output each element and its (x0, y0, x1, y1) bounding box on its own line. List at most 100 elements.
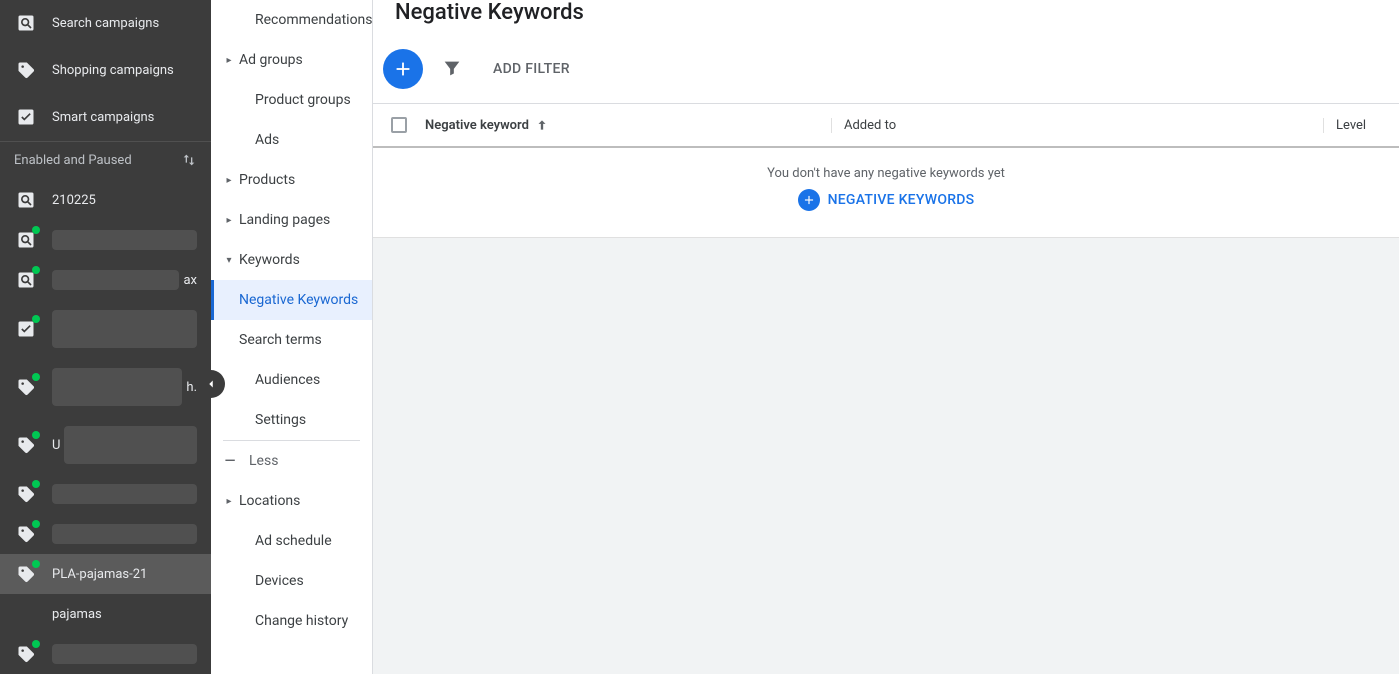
campaign-item[interactable] (0, 514, 211, 554)
menu-ad-schedule[interactable]: Ad schedule (211, 521, 372, 561)
tools-icon (14, 105, 38, 129)
redacted-label (52, 524, 197, 544)
submenu-negative-keywords[interactable]: Negative Keywords (211, 280, 372, 320)
left-sidebar: Search campaigns Shopping campaigns Smar… (0, 0, 211, 674)
menu-landing-pages[interactable]: ▸Landing pages (211, 200, 372, 240)
campaign-label: 210225 (52, 193, 96, 208)
section-sidebar: Recommendations▸Ad groupsProduct groupsA… (211, 0, 373, 674)
menu-label: Change history (227, 613, 348, 629)
campaign-item[interactable] (0, 220, 211, 260)
nav-shopping-campaigns[interactable]: Shopping campaigns (0, 47, 211, 94)
campaign-label-fragment: ax (183, 273, 197, 288)
filter-icon[interactable] (441, 57, 465, 81)
chevron-right-icon: ▸ (219, 496, 239, 507)
tag-icon (14, 642, 38, 666)
nav-shopping-campaigns-label: Shopping campaigns (52, 63, 174, 78)
collapse-sidebar-button[interactable] (197, 370, 225, 398)
table-header: Negative keyword Added to Level (373, 104, 1399, 148)
menu-label: Ad groups (239, 52, 303, 68)
redacted-label (52, 270, 179, 290)
menu-locations[interactable]: ▸Locations (211, 481, 372, 521)
campaign-item[interactable]: U (0, 416, 211, 474)
adgroup-item[interactable]: pajamas (0, 594, 211, 634)
column-level[interactable]: Level (1323, 118, 1395, 133)
plus-circle-icon (798, 189, 820, 211)
main-content: Negative Keywords ADD FILTER Negative ke… (373, 0, 1399, 674)
nav-search-campaigns-label: Search campaigns (52, 16, 159, 31)
redacted-label (64, 426, 197, 464)
status-dot (32, 226, 40, 234)
menu-label: Keywords (239, 252, 300, 268)
chevron-right-icon: ▸ (219, 215, 239, 226)
menu-recommendations[interactable]: Recommendations (211, 0, 372, 40)
campaign-item[interactable]: ax (0, 260, 211, 300)
page-title: Negative Keywords (395, 0, 1379, 27)
column-negative-keyword[interactable]: Negative keyword (425, 118, 831, 133)
menu-label: Product groups (227, 92, 351, 108)
menu-devices[interactable]: Devices (211, 561, 372, 601)
menu-settings[interactable]: Settings (211, 400, 372, 440)
campaign-label-fragment: h. (186, 380, 197, 395)
campaign-filter-label: Enabled and Paused (14, 153, 132, 168)
menu-label: Ad schedule (227, 533, 332, 549)
menu-label: Settings (227, 412, 306, 428)
status-dot (32, 431, 40, 439)
select-all-checkbox[interactable] (391, 117, 407, 133)
redacted-label (52, 230, 197, 250)
search-box-icon (14, 11, 38, 35)
campaign-item[interactable] (0, 634, 211, 674)
menu-keywords[interactable]: ▾Keywords (211, 240, 372, 280)
nav-search-campaigns[interactable]: Search campaigns (0, 0, 211, 47)
select-all-cell (373, 117, 425, 133)
menu-label: Audiences (227, 372, 320, 388)
tag-icon (14, 562, 38, 586)
menu-ads[interactable]: Ads (211, 120, 372, 160)
search-box-icon (14, 188, 38, 212)
campaign-item[interactable]: h. (0, 358, 211, 416)
add-filter-button[interactable]: ADD FILTER (493, 61, 570, 77)
main-header: Negative Keywords (373, 0, 1399, 33)
redacted-label (52, 310, 197, 348)
empty-state: You don't have any negative keywords yet… (373, 148, 1399, 238)
campaign-item[interactable]: 210225 (0, 180, 211, 220)
status-dot (32, 373, 40, 381)
status-dot (32, 640, 40, 648)
campaign-item[interactable] (0, 474, 211, 514)
tag-icon (14, 375, 38, 399)
redacted-label (52, 368, 182, 406)
column-negative-keyword-label: Negative keyword (425, 118, 529, 133)
campaign-filter[interactable]: Enabled and Paused (0, 141, 211, 180)
less-toggle[interactable]: —Less (211, 441, 372, 481)
menu-label: Ads (227, 132, 279, 148)
column-added-to-label: Added to (844, 118, 896, 133)
empty-state-cta[interactable]: NEGATIVE KEYWORDS (798, 189, 975, 211)
chevron-right-icon: ▸ (219, 175, 239, 186)
campaign-label-fragment: U (52, 438, 60, 453)
search-box-icon (14, 228, 38, 252)
add-button[interactable] (383, 49, 423, 89)
menu-label: Locations (239, 493, 300, 509)
empty-state-cta-label: NEGATIVE KEYWORDS (828, 192, 975, 208)
menu-products[interactable]: ▸Products (211, 160, 372, 200)
less-label: Less (249, 453, 278, 469)
menu-audiences[interactable]: Audiences (211, 360, 372, 400)
campaign-item[interactable] (0, 300, 211, 358)
redacted-label (52, 644, 197, 664)
menu-ad-groups[interactable]: ▸Ad groups (211, 40, 372, 80)
tag-icon (14, 482, 38, 506)
nav-smart-campaigns[interactable]: Smart campaigns (0, 94, 211, 141)
status-dot (32, 520, 40, 528)
menu-label: Recommendations (227, 12, 373, 28)
submenu-search-terms[interactable]: Search terms (211, 320, 372, 360)
campaign-item[interactable]: PLA-pajamas-21 (0, 554, 211, 594)
chevron-right-icon: ▸ (219, 55, 239, 66)
campaign-label: PLA-pajamas-21 (52, 567, 147, 582)
status-dot (32, 560, 40, 568)
menu-change-history[interactable]: Change history (211, 601, 372, 641)
status-dot (32, 315, 40, 323)
menu-product-groups[interactable]: Product groups (211, 80, 372, 120)
menu-label: Products (239, 172, 295, 188)
column-added-to[interactable]: Added to (831, 118, 1323, 133)
status-dot (32, 480, 40, 488)
status-dot (32, 266, 40, 274)
